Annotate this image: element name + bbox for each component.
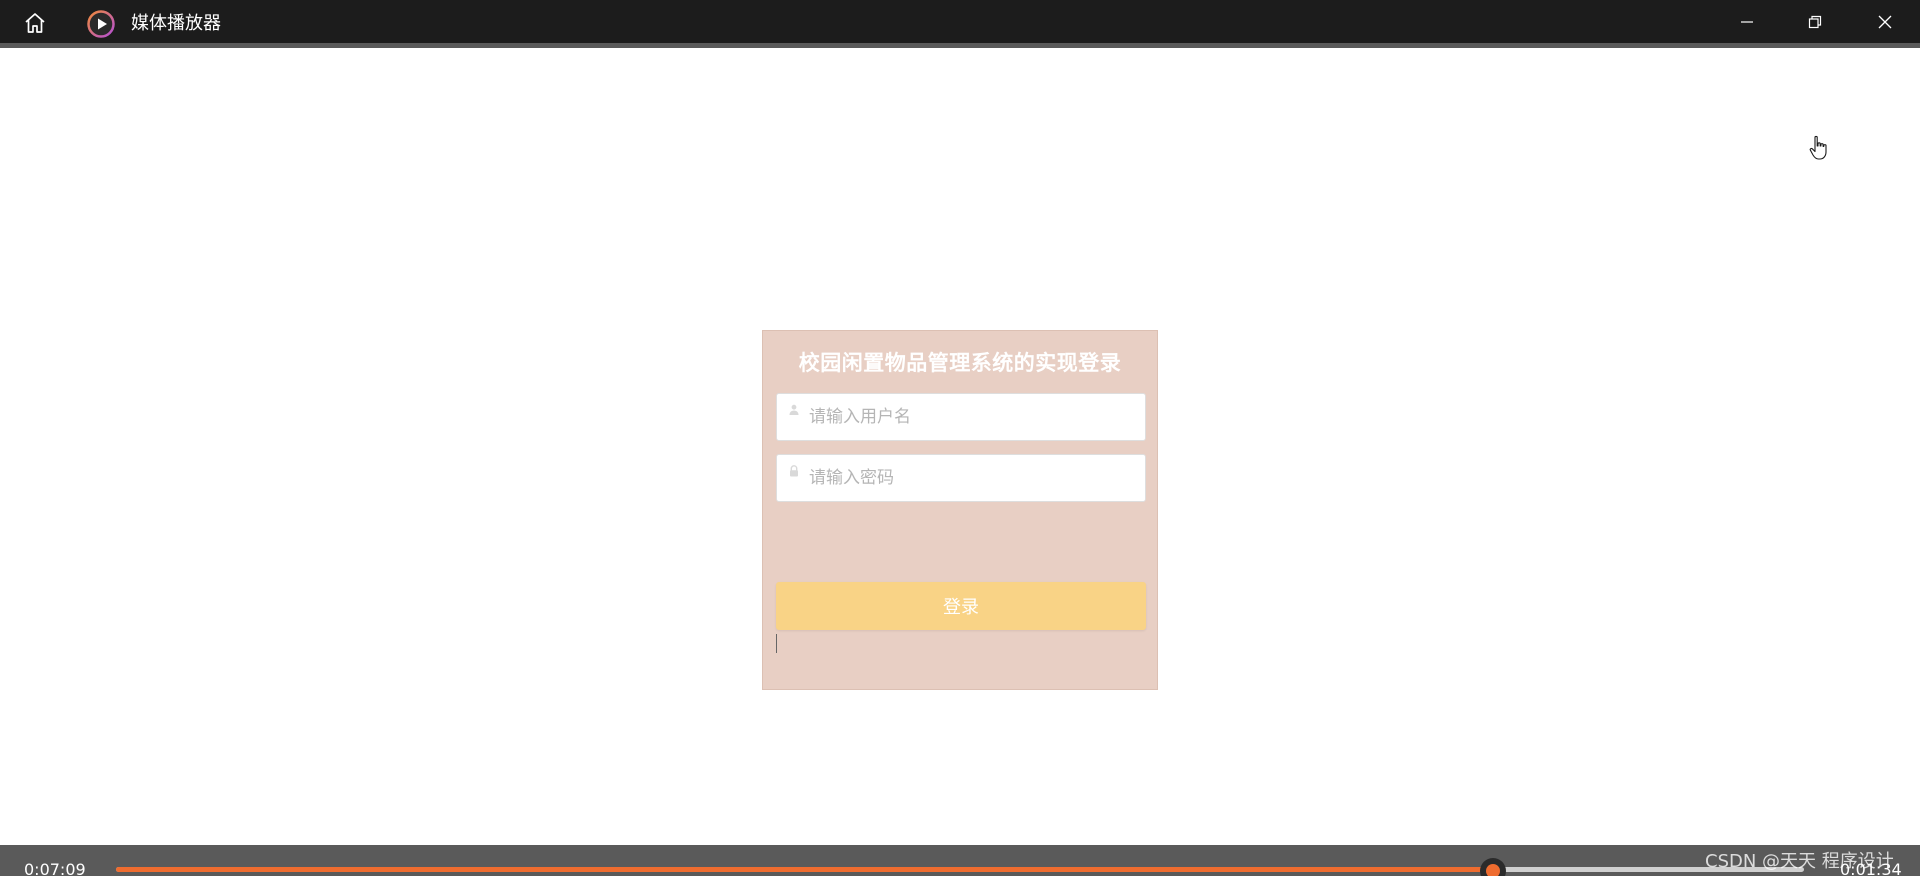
login-card: 校园闲置物品管理系统的实现登录 登录: [762, 330, 1158, 690]
close-button[interactable]: [1852, 0, 1918, 43]
lock-icon: [790, 465, 798, 477]
text-caret: [776, 634, 777, 653]
close-icon: [1878, 15, 1892, 28]
minimize-button[interactable]: [1714, 0, 1780, 43]
restore-button[interactable]: [1782, 0, 1848, 43]
login-button[interactable]: 登录: [776, 582, 1146, 630]
elapsed-time: 0:07:09: [24, 860, 86, 876]
username-field[interactable]: [776, 393, 1146, 441]
restore-icon: [1808, 15, 1822, 28]
seek-bar-progress: [116, 867, 1494, 872]
player-control-bar: 0:07:09 CSDN @天天 程序设计 0:01:34: [0, 845, 1920, 876]
app-logo: [86, 9, 116, 39]
login-title: 校园闲置物品管理系统的实现登录: [798, 351, 1122, 375]
home-button[interactable]: [20, 9, 50, 37]
hand-pointer-icon: [1809, 135, 1827, 160]
user-icon: [789, 404, 799, 415]
minimize-icon: [1741, 20, 1753, 23]
app-title: 媒体播放器: [131, 13, 221, 34]
media-player-icon: [87, 10, 115, 38]
home-icon: [25, 13, 45, 33]
password-input[interactable]: [809, 455, 1139, 501]
media-player-window: 媒体播放器 校园闲置物品管理系统的实现登录 请输入用户名 登录 0:07:09 …: [0, 0, 1920, 876]
username-input[interactable]: [809, 394, 1139, 440]
remaining-time: 0:01:34: [1840, 860, 1902, 876]
password-field[interactable]: [776, 454, 1146, 502]
seek-thumb[interactable]: [1480, 858, 1507, 876]
seek-bar[interactable]: [116, 867, 1804, 872]
title-bar: 媒体播放器: [0, 0, 1920, 43]
